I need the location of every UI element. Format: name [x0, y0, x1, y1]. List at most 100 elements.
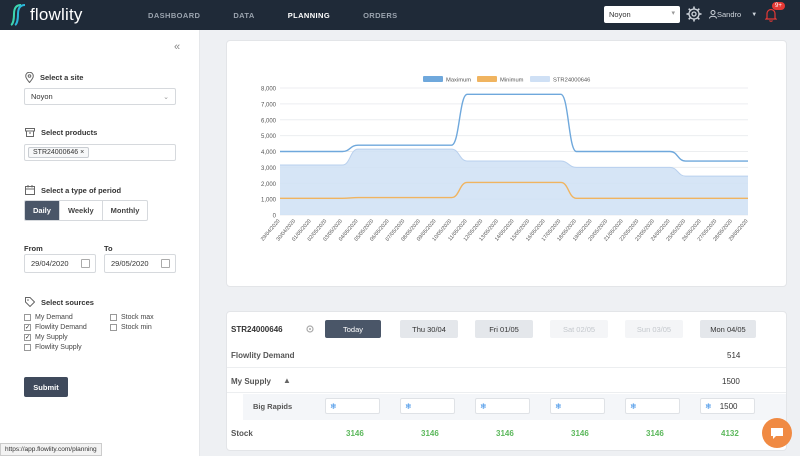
user-name: Sandro	[717, 10, 742, 19]
to-date-input[interactable]: 29/05/2020	[104, 254, 176, 273]
nav-orders[interactable]: ORDERS	[363, 11, 398, 20]
row-divider	[227, 367, 786, 368]
site-section-label: Select a site	[25, 72, 83, 83]
legend-swatch	[530, 76, 550, 82]
gear-icon[interactable]	[305, 324, 315, 334]
day-column-sun[interactable]: Sun 03/05	[625, 320, 683, 338]
chevron-down-icon: ▾	[671, 10, 675, 17]
source-flowlity-demand[interactable]: ✓ Flowlity Demand	[24, 324, 87, 331]
stock-label: Stock	[231, 429, 253, 438]
source-flowlity-supply[interactable]: Flowlity Supply	[24, 344, 82, 351]
notification-badge: 9+	[772, 2, 785, 10]
y-tick-label: 2,000	[261, 182, 277, 188]
checkbox-checked[interactable]: ✓	[24, 334, 31, 341]
supply-cell[interactable]: ❄ 1500	[700, 398, 755, 414]
chevron-down-icon: ⌄	[163, 93, 169, 101]
row-divider	[227, 392, 786, 393]
chat-bubble-icon	[771, 427, 783, 439]
sources-section-label: Select sources	[25, 297, 94, 307]
snowflake-icon: ❄	[330, 401, 337, 411]
stock-value: 3146	[646, 429, 664, 438]
legend-label: Maximum	[446, 78, 471, 84]
calendar-icon[interactable]	[81, 259, 90, 268]
source-stock-max[interactable]: Stock max	[110, 314, 154, 321]
period-daily-button[interactable]: Daily	[25, 201, 60, 220]
stock-value: 3146	[421, 429, 439, 438]
day-column-fri[interactable]: Fri 01/05	[475, 320, 533, 338]
big-rapids-label: Big Rapids	[253, 402, 293, 411]
source-my-supply[interactable]: ✓ My Supply	[24, 334, 68, 341]
top-bar: flowlity DASHBOARD DATA PLANNING ORDERS …	[0, 0, 800, 30]
period-section-label: Select a type of period	[25, 185, 121, 195]
source-stock-min[interactable]: Stock min	[110, 324, 152, 331]
stock-value: 3146	[496, 429, 514, 438]
site-select-value: Noyon	[31, 92, 53, 101]
my-supply-label[interactable]: My Supply	[231, 377, 271, 386]
stock-value: 3146	[346, 429, 364, 438]
nav-planning[interactable]: PLANNING	[288, 11, 330, 20]
checkbox[interactable]	[24, 314, 31, 321]
chart-card: 0 1,000 2,000 3,000 4,000 5,000 6,000 7,000 8,00…	[226, 40, 787, 287]
my-supply-value: 1500	[722, 377, 740, 386]
calendar-icon	[25, 185, 35, 195]
nav-dashboard[interactable]: DASHBOARD	[148, 11, 200, 20]
big-rapids-value: 1500	[719, 401, 738, 411]
day-column-sat[interactable]: Sat 02/05	[550, 320, 608, 338]
gear-icon[interactable]	[686, 6, 702, 22]
y-tick-label: 4,000	[261, 150, 277, 156]
supply-cell[interactable]: ❄	[475, 398, 530, 414]
location-pin-icon	[25, 72, 34, 83]
to-label: To	[104, 244, 113, 253]
source-my-demand[interactable]: My Demand	[24, 314, 73, 321]
snowflake-icon: ❄	[405, 401, 412, 411]
submit-button[interactable]: Submit	[24, 377, 68, 397]
header-site-select[interactable]: Noyon ▾	[604, 6, 680, 23]
product-tag: STR24000646 ×	[28, 147, 90, 158]
header-site-value: Noyon	[609, 10, 631, 19]
supply-cell[interactable]: ❄	[625, 398, 680, 414]
day-column-thu[interactable]: Thu 30/04	[400, 320, 458, 338]
remove-tag-icon[interactable]: ×	[80, 149, 84, 156]
table-product-name: STR24000646	[231, 325, 283, 334]
snowflake-icon: ❄	[555, 401, 562, 411]
legend-swatch	[423, 76, 443, 82]
main-nav: DASHBOARD DATA PLANNING ORDERS	[148, 11, 431, 20]
checkbox[interactable]	[110, 324, 117, 331]
y-tick-label: 3,000	[261, 166, 277, 172]
checkbox[interactable]	[110, 314, 117, 321]
nav-data[interactable]: DATA	[233, 11, 254, 20]
caret-down-icon: ▼	[751, 11, 758, 18]
flowlity-demand-label: Flowlity Demand	[231, 351, 295, 360]
checkbox-checked[interactable]: ✓	[24, 324, 31, 331]
period-toggle: Daily Weekly Monthly	[24, 200, 149, 221]
site-select[interactable]: Noyon ⌄	[24, 88, 176, 105]
logo-icon	[10, 4, 26, 26]
products-multiselect[interactable]: STR24000646 ×	[24, 144, 176, 161]
caret-up-icon[interactable]: ▲	[283, 376, 291, 385]
y-tick-label: 8,000	[261, 87, 277, 93]
supply-cell[interactable]: ❄	[550, 398, 605, 414]
flowlity-demand-value: 514	[727, 351, 741, 360]
period-weekly-button[interactable]: Weekly	[60, 201, 103, 220]
from-date-input[interactable]: 29/04/2020	[24, 254, 96, 273]
stock-value: 3146	[571, 429, 589, 438]
user-icon	[709, 10, 717, 19]
y-tick-label: 1,000	[261, 198, 277, 204]
y-tick-label: 5,000	[261, 134, 277, 140]
chat-button[interactable]	[762, 418, 792, 448]
app-name: flowlity	[30, 5, 83, 24]
supply-cell[interactable]: ❄	[400, 398, 455, 414]
user-menu[interactable]: Sandro ▼	[709, 10, 757, 19]
supply-cell[interactable]: ❄	[325, 398, 380, 414]
today-button[interactable]: Today	[325, 320, 381, 338]
bell-icon[interactable]	[765, 8, 777, 22]
checkbox[interactable]	[24, 344, 31, 351]
products-section-label: Select products	[25, 128, 97, 137]
collapse-sidebar-icon[interactable]: «	[174, 41, 180, 53]
logo[interactable]: flowlity	[10, 4, 140, 26]
day-column-mon[interactable]: Mon 04/05	[700, 320, 756, 338]
snowflake-icon: ❄	[705, 401, 712, 411]
calendar-icon[interactable]	[161, 259, 170, 268]
period-monthly-button[interactable]: Monthly	[103, 201, 148, 220]
filter-sidebar: « Select a site Noyon ⌄ Select products …	[0, 30, 200, 456]
